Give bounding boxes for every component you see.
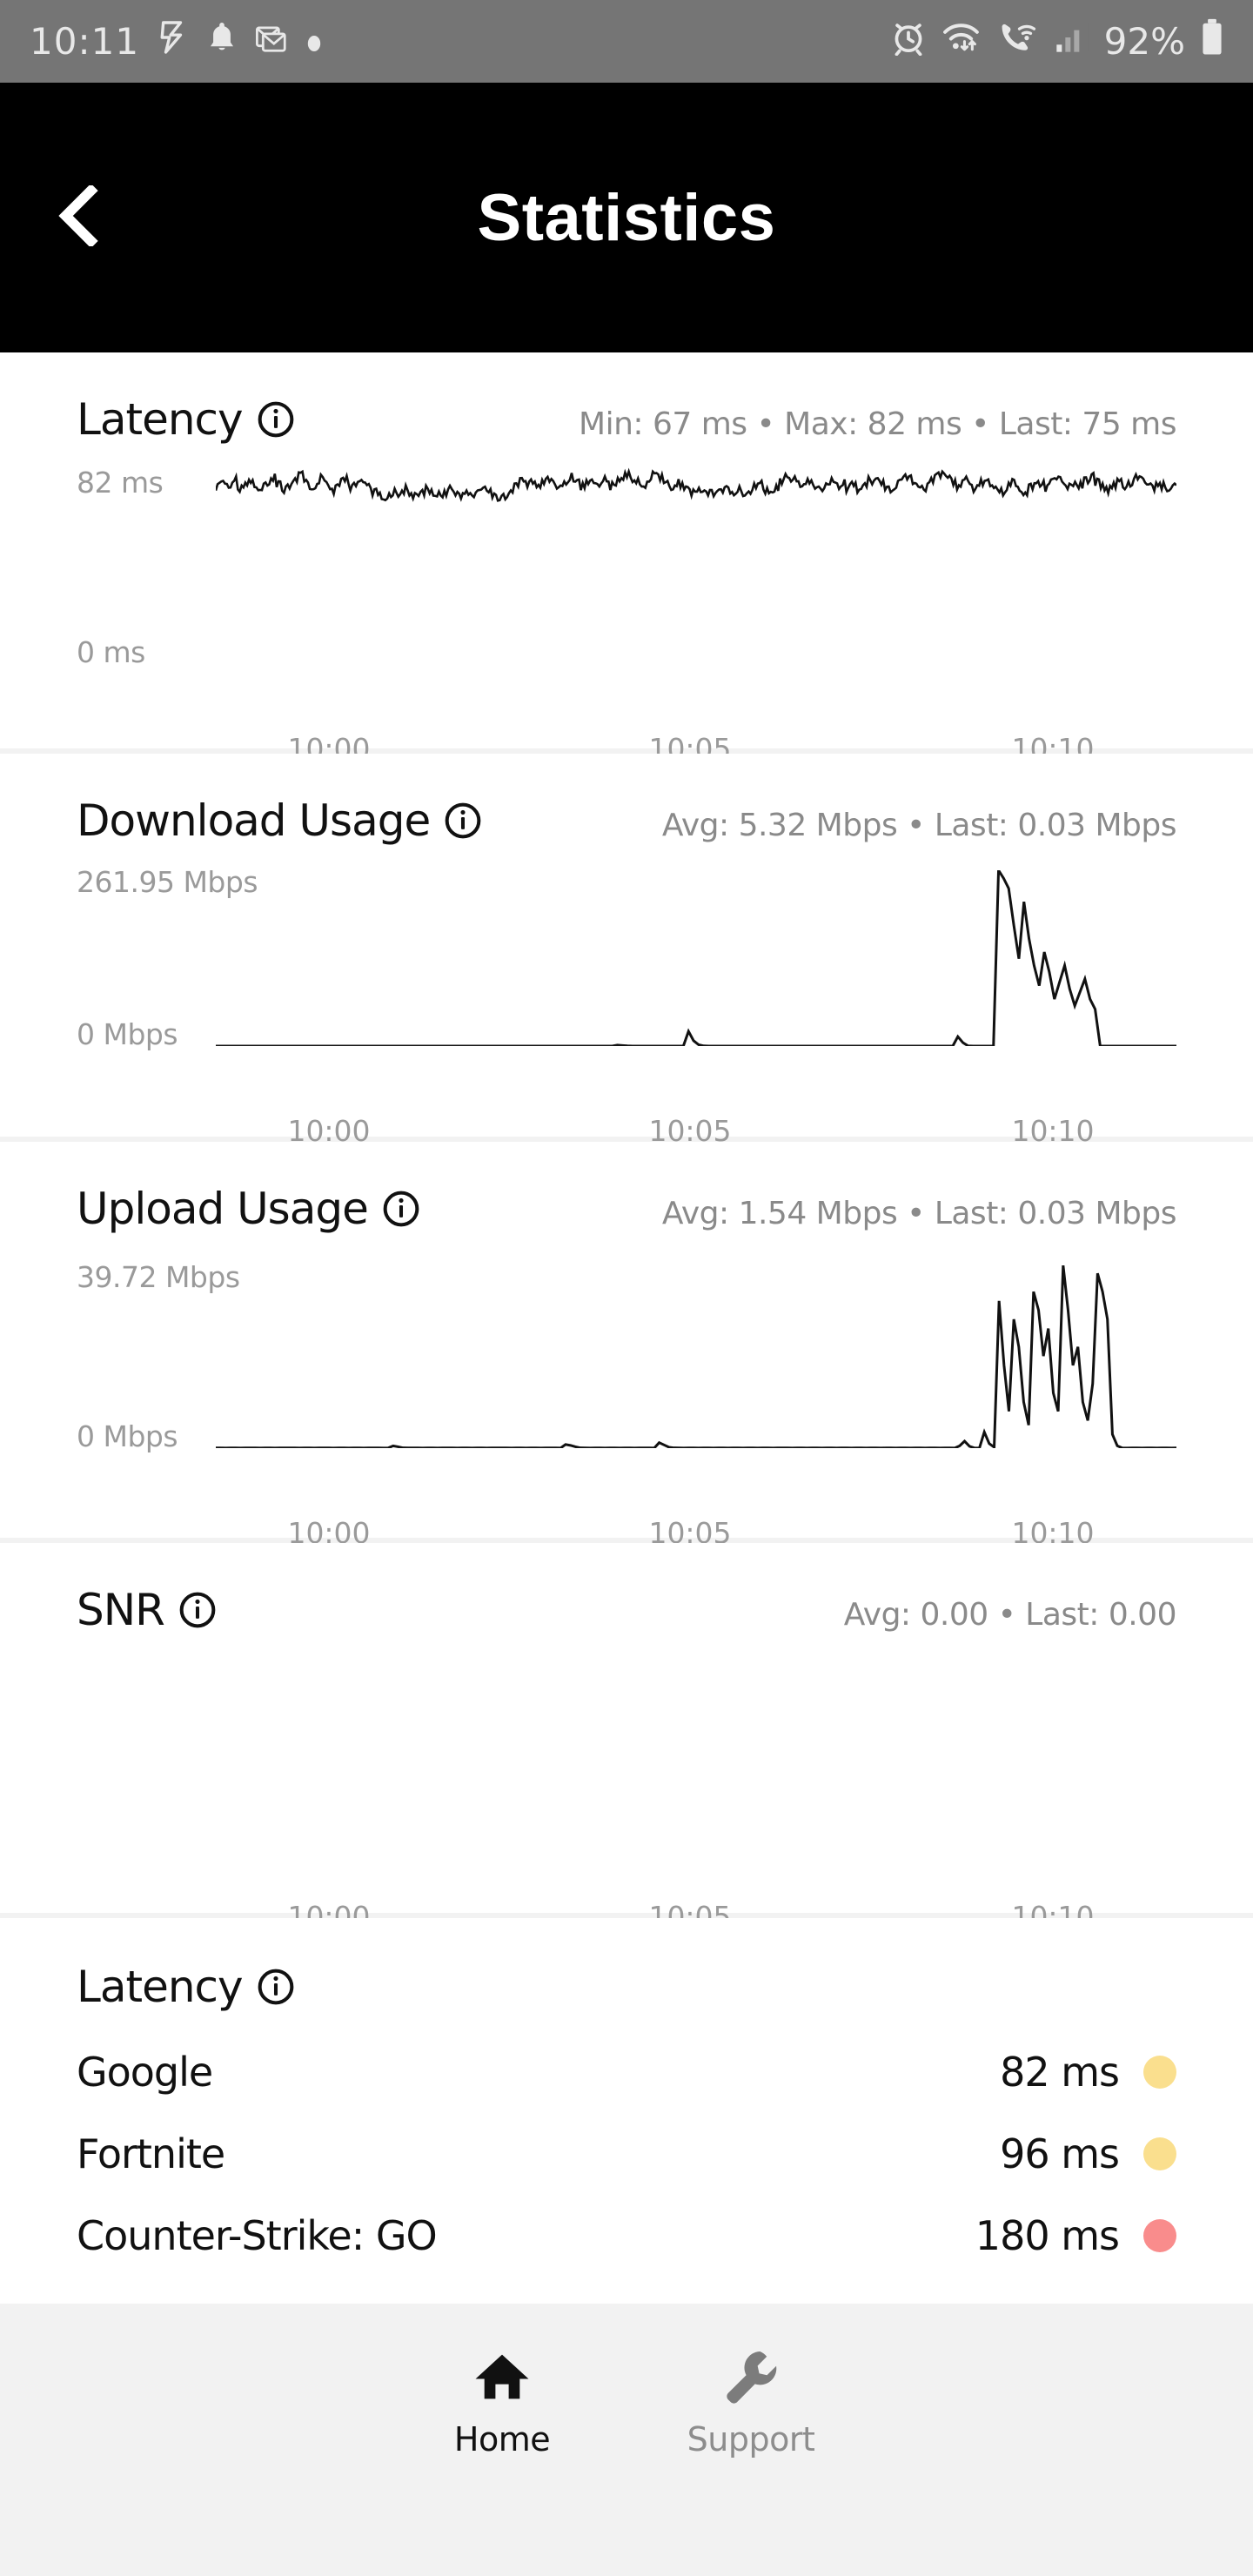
download-chart: 261.95 Mbps 0 Mbps 10:00 10:05 10:10 xyxy=(77,865,1176,1148)
upload-line-svg xyxy=(216,1265,1176,1448)
snr-chart-header: SNR Avg: 0.00 • Last: 0.00 xyxy=(77,1543,1177,1635)
page-title: Statistics xyxy=(477,180,776,255)
download-line-svg xyxy=(216,870,1176,1046)
nav-item-home-label: Home xyxy=(453,2420,551,2459)
snr-chart-stats: Avg: 0.00 • Last: 0.00 xyxy=(843,1597,1177,1633)
section-download-chart: Download Usage Avg: 5.32 Mbps • Last: 0.… xyxy=(0,754,1253,1148)
gmail-icon xyxy=(256,22,287,62)
bell-icon xyxy=(207,21,237,63)
nav-item-support-label: Support xyxy=(687,2420,815,2459)
latency-chart-header: Latency Min: 67 ms • Max: 82 ms • Last: … xyxy=(77,352,1176,445)
latency-service-name: Counter-Strike: GO xyxy=(77,2212,438,2259)
download-chart-stats: Avg: 5.32 Mbps • Last: 0.03 Mbps xyxy=(661,808,1177,843)
status-bar: 10:11 92% xyxy=(0,0,1253,83)
latency-list-header: Latency xyxy=(77,1918,1176,2012)
section-upload-chart: Upload Usage Avg: 1.54 Mbps • Last: 0.03… xyxy=(0,1142,1253,1550)
wifi-calling-icon xyxy=(998,20,1038,64)
status-bar-clock: 10:11 xyxy=(30,20,140,63)
back-button[interactable] xyxy=(40,178,118,257)
dot-icon xyxy=(306,22,322,62)
download-plot-area xyxy=(216,870,1176,1046)
home-icon xyxy=(473,2345,531,2408)
latency-y-max-label: 82 ms xyxy=(77,466,164,500)
latency-y-min-label: 0 ms xyxy=(77,635,145,669)
status-badge xyxy=(1143,2219,1176,2252)
section-snr-chart: SNR Avg: 0.00 • Last: 0.00 10:00 10:05 1… xyxy=(0,1543,1253,1934)
alarm-icon xyxy=(890,19,927,64)
list-item[interactable]: Counter-Strike: GO 180 ms xyxy=(77,2195,1176,2277)
wrench-icon xyxy=(722,2345,780,2408)
info-circle-icon[interactable] xyxy=(257,400,295,439)
latency-chart: 82 ms 0 ms 10:00 10:05 10:10 xyxy=(77,466,1176,766)
latency-line-svg xyxy=(216,466,1176,664)
info-circle-icon[interactable] xyxy=(257,1968,295,2006)
latency-service-name: Google xyxy=(77,2049,213,2096)
latency-service-value: 82 ms xyxy=(1000,2049,1120,2096)
battery-icon xyxy=(1201,18,1223,65)
status-bar-left: 10:11 xyxy=(30,20,322,64)
status-badge xyxy=(1143,2137,1176,2170)
bottom-navigation-bar: Home Support xyxy=(0,2304,1253,2576)
latency-plot-area xyxy=(216,466,1176,664)
info-circle-icon[interactable] xyxy=(382,1190,420,1228)
status-badge xyxy=(1143,2056,1176,2089)
nav-item-home[interactable]: Home xyxy=(378,2345,626,2459)
info-circle-icon[interactable] xyxy=(444,802,482,840)
latency-service-name: Fortnite xyxy=(77,2130,225,2177)
app-bar: Statistics xyxy=(0,83,1253,352)
snr-chart-title: SNR xyxy=(77,1585,165,1635)
latency-service-list: Google 82 ms Fortnite 96 ms Counter-Stri… xyxy=(77,2031,1176,2285)
wifi-icon xyxy=(942,20,982,64)
section-latency-list: Latency Google 82 ms Fortnite 96 ms Coun xyxy=(0,1918,1253,2285)
download-y-min-label: 0 Mbps xyxy=(77,1017,178,1051)
upload-y-min-label: 0 Mbps xyxy=(77,1419,178,1453)
info-circle-icon[interactable] xyxy=(178,1591,217,1629)
section-latency-chart: Latency Min: 67 ms • Max: 82 ms • Last: … xyxy=(0,352,1253,766)
upload-chart: 39.72 Mbps 0 Mbps 10:00 10:05 10:10 xyxy=(77,1260,1176,1550)
chevron-left-icon xyxy=(56,183,103,250)
latency-service-value: 96 ms xyxy=(1000,2130,1120,2177)
latency-service-value: 180 ms xyxy=(975,2212,1120,2259)
list-item[interactable]: Fortnite 96 ms xyxy=(77,2113,1176,2195)
list-item[interactable]: Google 82 ms xyxy=(77,2031,1176,2113)
statistics-scroll-area[interactable]: Latency Min: 67 ms • Max: 82 ms • Last: … xyxy=(0,352,1253,2576)
signal-bars-icon xyxy=(1054,20,1089,64)
latency-list-title: Latency xyxy=(77,1962,244,2012)
latency-chart-stats: Min: 67 ms • Max: 82 ms • Last: 75 ms xyxy=(579,406,1176,442)
upload-chart-header: Upload Usage Avg: 1.54 Mbps • Last: 0.03… xyxy=(77,1142,1177,1234)
phone-screen: 10:11 92% Statistics Latency Min: 67 ms … xyxy=(0,0,1253,2576)
download-chart-header: Download Usage Avg: 5.32 Mbps • Last: 0.… xyxy=(77,754,1177,846)
nav-item-support[interactable]: Support xyxy=(626,2345,875,2459)
snr-plot-area xyxy=(216,1661,1176,1844)
upload-chart-stats: Avg: 1.54 Mbps • Last: 0.03 Mbps xyxy=(661,1196,1177,1231)
upload-plot-area xyxy=(216,1265,1176,1448)
download-chart-title: Download Usage xyxy=(77,795,431,846)
snr-chart: 10:00 10:05 10:10 xyxy=(77,1661,1176,1934)
status-bar-right: 92% xyxy=(890,18,1223,65)
latency-chart-title: Latency xyxy=(77,394,244,445)
lightning-flag-icon xyxy=(158,20,188,64)
battery-percent-label: 92% xyxy=(1103,20,1185,63)
upload-chart-title: Upload Usage xyxy=(77,1184,369,1234)
